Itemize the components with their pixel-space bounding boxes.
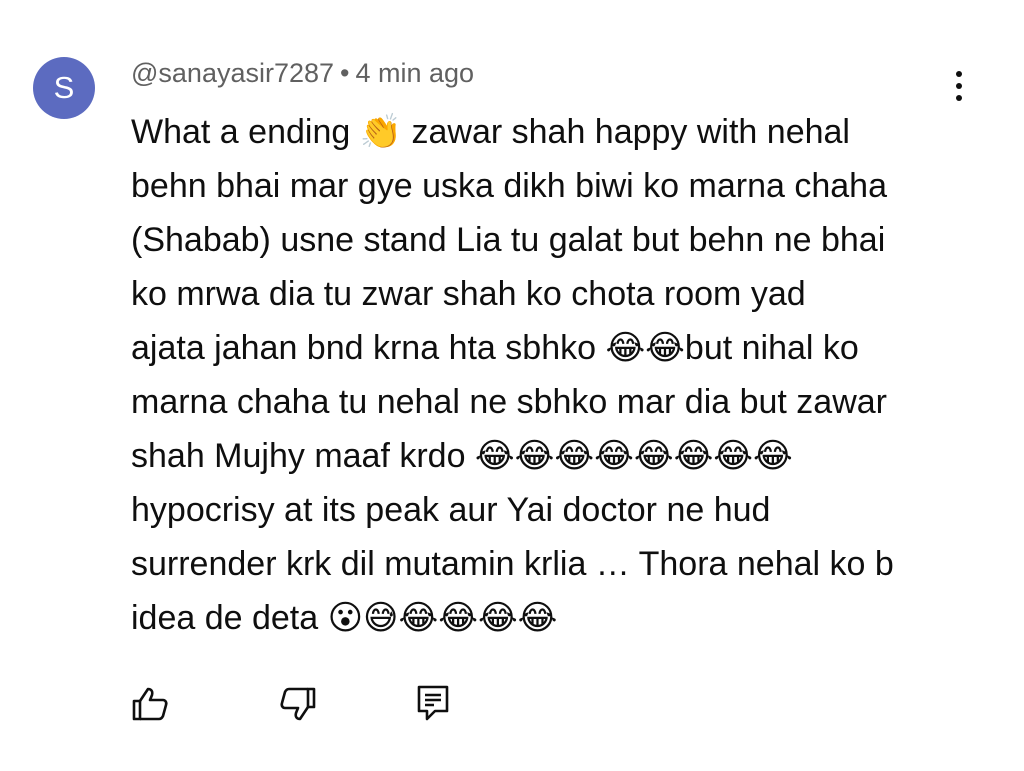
avatar[interactable]: S — [33, 57, 95, 119]
comment-item: S @sanayasir7287 • 4 min ago What a ending… — [0, 0, 1024, 771]
more-options-icon[interactable] — [944, 68, 974, 108]
timestamp: 4 min ago — [355, 58, 475, 88]
comment-line: behn bhai mar gye uska dikh biwi ko marn… — [131, 167, 887, 205]
comment-line: shah Mujhy maaf krdo 😂😂😂😂😂😂😂😂 — [131, 437, 793, 475]
comment-line: marna chaha tu nehal ne sbhko mar dia bu… — [131, 383, 888, 421]
dislike-button[interactable] — [278, 684, 318, 724]
thumbs-up-icon — [132, 687, 168, 721]
comment-line: (Shabab) usne stand Lia tu galat but beh… — [131, 221, 886, 259]
thumbs-down-icon — [280, 687, 316, 721]
comment-text: What a ending 👏 zawar shah happy with ne… — [131, 105, 971, 645]
comment-line: ajata jahan bnd krna hta sbhko 😂😂but nih… — [131, 329, 859, 367]
comment-line: idea de deta 😮😅😂😂😂😂 — [131, 599, 558, 637]
comment-line: surrender krk dil mutamin krlia … Thora … — [131, 545, 894, 583]
meta-separator: • — [340, 58, 350, 88]
reply-button[interactable] — [414, 684, 454, 724]
reply-comment-icon — [417, 685, 449, 721]
comment-line: What a ending 👏 zawar shah happy with ne… — [131, 113, 850, 151]
comment-line: hypocrisy at its peak aur Yai doctor ne … — [131, 491, 771, 529]
username[interactable]: @sanayasir7287 — [131, 58, 334, 88]
comment-line: ko mrwa dia tu zwar shah ko chota room y… — [131, 275, 806, 313]
like-button[interactable] — [130, 684, 170, 724]
comment-meta: @sanayasir7287 • 4 min ago — [131, 58, 474, 89]
